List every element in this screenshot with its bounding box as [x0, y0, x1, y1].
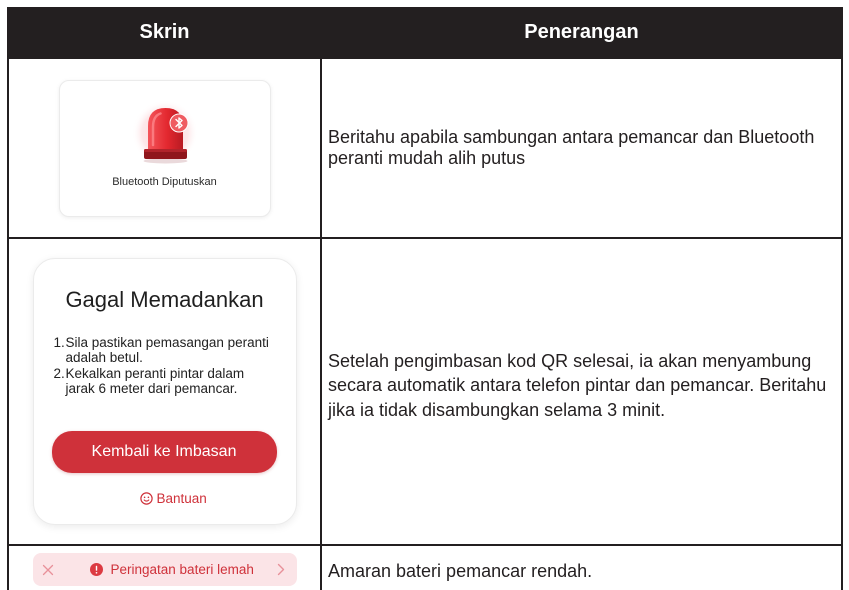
low-battery-warning-label: Peringatan bateri lemah [110, 562, 254, 577]
bluetooth-disconnected-label: Bluetooth Diputuskan [112, 175, 217, 188]
row-1-description: Beritahu apabila sambungan antara pemanc… [328, 127, 815, 168]
help-link[interactable]: Bantuan [139, 489, 207, 507]
step-text: Sila pastikan pemasangan peranti adalah … [65, 335, 269, 365]
close-icon[interactable] [42, 564, 54, 576]
bluetooth-siren-icon [131, 99, 198, 165]
manual-page: Skrin Penerangan Bluetooth Diputuskan Be… [0, 0, 849, 590]
step-number: 2. [53, 366, 65, 381]
step-number: 1. [53, 335, 65, 350]
row-2-description-cell: Setelah pengimbasan kod QR selesai, ia a… [322, 239, 841, 544]
row-2-screen-cell: Gagal Memadankan 1. Sila pastikan pemasa… [9, 239, 320, 544]
column-header-description: Penerangan [322, 7, 841, 57]
bluetooth-disconnected-card: Bluetooth Diputuskan [58, 79, 271, 217]
exclamation-circle-icon [89, 563, 103, 576]
row-3-description: Amaran bateri pemancar rendah. [328, 561, 593, 581]
dialog-steps: 1. Sila pastikan pemasangan peranti adal… [53, 335, 273, 398]
back-to-scan-button[interactable]: Kembali ke Imbasan [51, 431, 277, 473]
siren-base-highlight [143, 148, 187, 152]
row-3-description-cell: Amaran bateri pemancar rendah. [322, 546, 841, 590]
screen-description-table: Skrin Penerangan Bluetooth Diputuskan Be… [7, 7, 843, 590]
step-text: Kekalkan peranti pintar dalam jarak 6 me… [65, 366, 245, 396]
low-battery-banner[interactable]: Peringatan bateri lemah [32, 553, 297, 586]
column-header-screen: Skrin [9, 7, 320, 57]
dialog-title: Gagal Memadankan [65, 287, 264, 312]
help-link-label: Bantuan [156, 490, 207, 506]
row-3-screen-cell: Peringatan bateri lemah [9, 546, 320, 590]
row-2-description: Setelah pengimbasan kod QR selesai, ia a… [328, 350, 827, 420]
pairing-failed-dialog: Gagal Memadankan 1. Sila pastikan pemasa… [32, 258, 297, 525]
dialog-step: 1. Sila pastikan pemasangan peranti adal… [53, 335, 273, 365]
dialog-step: 2. Kekalkan peranti pintar dalam jarak 6… [53, 366, 273, 396]
row-1-description-cell: Beritahu apabila sambungan antara pemanc… [322, 59, 841, 237]
row-1-screen-cell: Bluetooth Diputuskan [9, 59, 320, 237]
chevron-right-icon[interactable] [277, 563, 285, 576]
siren-shadow [143, 158, 187, 163]
smile-icon [139, 491, 153, 505]
